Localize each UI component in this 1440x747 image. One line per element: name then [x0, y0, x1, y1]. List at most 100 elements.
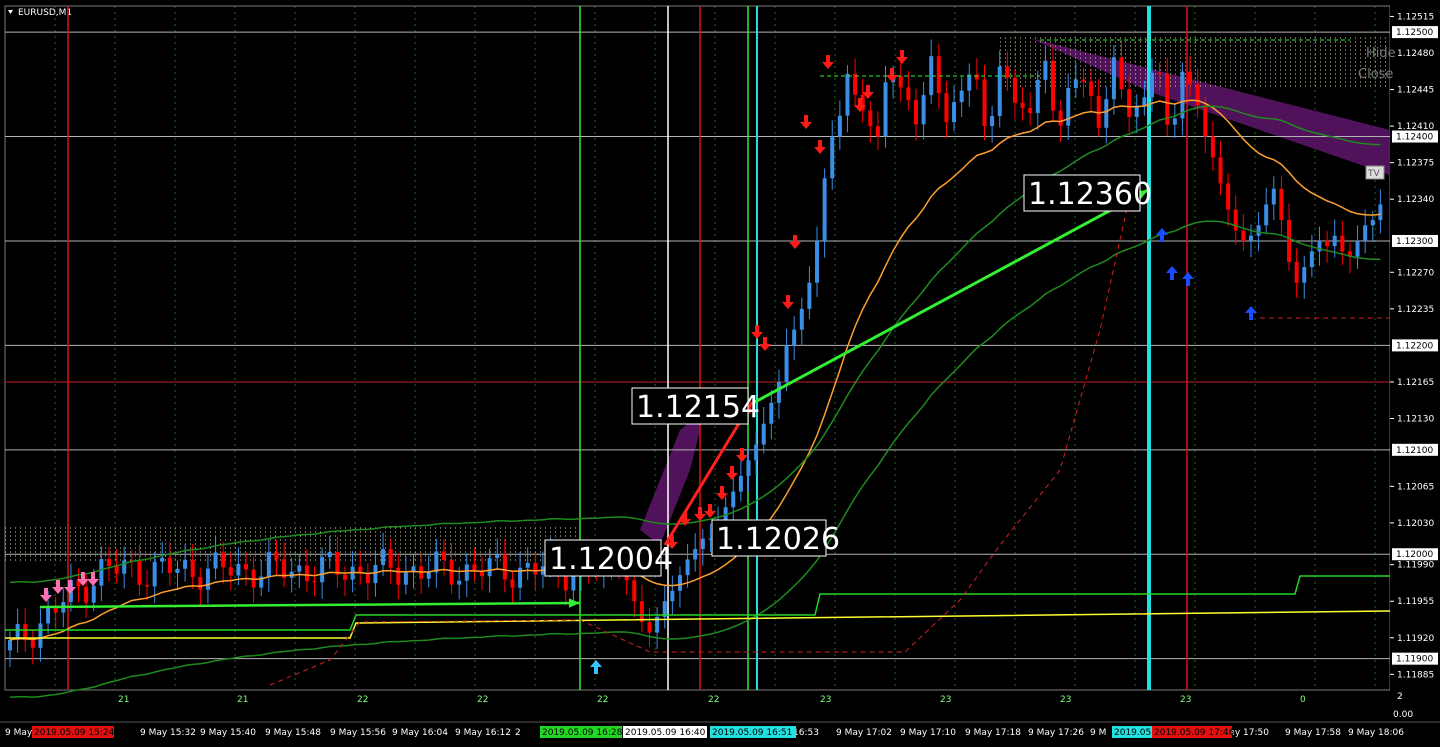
time-tick-label: 9 M — [1090, 728, 1106, 738]
time-tick-label: 9 May 16:04 — [392, 728, 448, 738]
price-level-label: 1.12400 — [1396, 133, 1433, 143]
candle — [1378, 204, 1383, 221]
candle — [167, 557, 172, 573]
price-level-label: 1.11900 — [1396, 655, 1433, 665]
candle — [761, 423, 766, 445]
candle — [746, 460, 751, 476]
price-level-label: 1.12300 — [1396, 237, 1433, 247]
candle — [997, 66, 1002, 116]
candle — [868, 110, 873, 127]
candle — [1241, 230, 1246, 241]
sell-arrow-icon — [751, 325, 763, 339]
candle — [403, 572, 408, 585]
candle — [853, 73, 858, 95]
hide-button: Hide — [1366, 46, 1396, 61]
candle — [190, 559, 195, 578]
buy-arrow-icon — [1166, 266, 1178, 280]
time-tick-label: 9 May 16:12 — [455, 728, 511, 738]
candle — [1363, 225, 1368, 241]
day-marker: 21 — [237, 695, 248, 705]
candle — [137, 561, 142, 585]
day-marker: 23 — [820, 695, 831, 705]
candle — [464, 564, 469, 581]
candle — [8, 639, 12, 651]
candle — [784, 345, 789, 382]
price-tick-label: 1.12030 — [1397, 519, 1434, 529]
candle — [776, 381, 781, 403]
candlestick-chart[interactable]: EURUSD,M1 1.12004 1.12154 1.12026 1.12360 1.1… — [0, 0, 1440, 747]
candle — [122, 560, 127, 574]
candle — [974, 74, 979, 80]
candle — [677, 575, 682, 591]
candle — [936, 56, 941, 94]
candle — [1210, 136, 1215, 158]
sell-arrow-icon — [759, 337, 771, 351]
candle — [769, 402, 774, 424]
sell-arrow-icon — [64, 580, 76, 594]
upper-band-line — [9, 105, 1381, 584]
arrowhead-icon — [568, 598, 580, 608]
candle — [1218, 157, 1223, 184]
candle — [883, 82, 888, 137]
candle — [1020, 102, 1025, 109]
sell-arrow-icon — [896, 50, 908, 64]
candle — [1127, 89, 1132, 117]
day-marker: 21 — [118, 695, 129, 705]
candle — [921, 95, 926, 125]
candle — [183, 559, 188, 569]
sell-arrow-icon — [716, 486, 728, 500]
price-callout-label: 1.12026 — [716, 522, 840, 557]
price-tick-label: 1.12375 — [1397, 159, 1434, 169]
price-tick-label: 1.12065 — [1397, 482, 1434, 492]
candle — [830, 136, 835, 179]
candle — [959, 90, 964, 103]
sell-arrow-icon — [40, 588, 52, 602]
candle — [1096, 95, 1101, 128]
candle — [1233, 209, 1238, 231]
candle — [571, 574, 576, 591]
candle — [1188, 71, 1193, 85]
candle — [1035, 79, 1040, 114]
window-title: EURUSD,M1 — [18, 8, 72, 18]
time-tick-label: 9 May 15:56 — [330, 728, 386, 738]
candle — [457, 580, 462, 585]
price-tick-label: 1.12165 — [1397, 378, 1434, 388]
sell-arrow-icon — [814, 140, 826, 154]
candle — [244, 563, 249, 570]
candle — [1287, 220, 1292, 262]
candle — [1012, 77, 1017, 103]
candle — [205, 568, 210, 590]
time-tick-label: 9 May 15:32 — [140, 728, 196, 738]
time-badge-label: 2019.05.09 17:46 — [1154, 728, 1235, 738]
candle — [906, 87, 911, 101]
candle — [913, 100, 918, 125]
chart-window[interactable]: EURUSD,M1 1.12004 1.12154 1.12026 1.12360 1.1… — [0, 0, 1440, 747]
candle — [1157, 72, 1162, 75]
candle — [228, 567, 233, 576]
time-tick-label: 9 May 15:40 — [200, 728, 256, 738]
price-tick-label: 1.11990 — [1397, 561, 1434, 571]
candle — [335, 552, 340, 575]
candle — [1271, 188, 1276, 205]
price-callout-label: 1.12004 — [549, 542, 673, 577]
candle — [1051, 60, 1056, 111]
candle — [898, 75, 903, 88]
candle — [472, 564, 477, 571]
candle — [1248, 235, 1253, 241]
candle — [1309, 251, 1314, 268]
sell-arrow-icon — [87, 572, 99, 586]
tv-label: TV — [1367, 169, 1380, 179]
candle — [1028, 108, 1033, 114]
candle — [327, 552, 332, 558]
candle — [1058, 110, 1063, 126]
candle — [1043, 60, 1048, 80]
buy-arrow-icon — [1245, 306, 1257, 320]
candle — [792, 329, 797, 346]
price-tick-label: 1.12480 — [1397, 49, 1434, 59]
price-level-label: 1.12200 — [1396, 341, 1433, 351]
candle — [502, 554, 507, 580]
candle — [1279, 188, 1284, 221]
candle — [1302, 267, 1307, 283]
candle — [342, 574, 347, 580]
candle — [685, 559, 690, 576]
